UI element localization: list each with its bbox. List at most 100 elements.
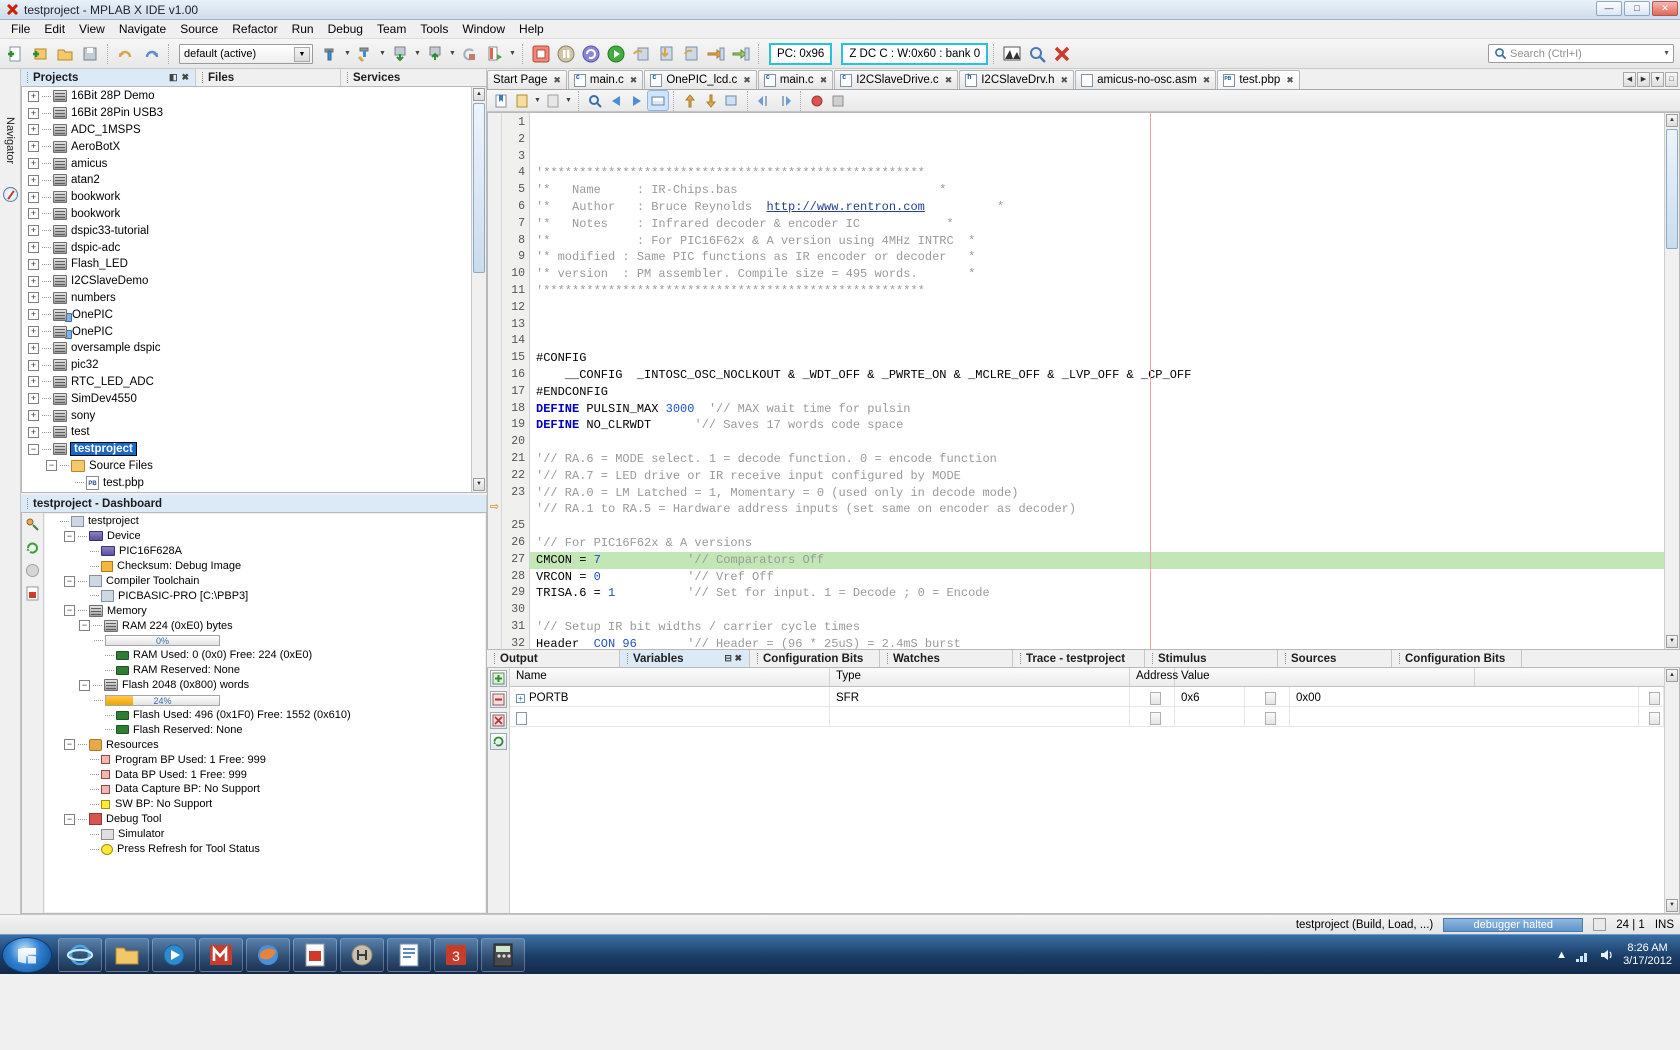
watch-row[interactable]: +PORTBSFR0x60x00	[510, 687, 1664, 707]
bottom-tab-configuration-bits[interactable]: Configuration Bits	[1392, 650, 1522, 667]
gutter-marker-slot[interactable]	[488, 348, 501, 365]
taskbar-pickit3-icon[interactable]: 3	[434, 938, 478, 972]
project-tree-row[interactable]: +pic32	[22, 357, 486, 374]
minimize-button[interactable]: —	[1596, 1, 1622, 16]
code-line[interactable]: TRISA.6 = 1 '// Set for input. 1 = Decod…	[530, 585, 1679, 602]
start-button-icon[interactable]	[2, 937, 52, 973]
delete-all-breakpoints-icon[interactable]	[1050, 42, 1074, 66]
step-over-icon[interactable]	[629, 42, 653, 66]
dashboard-row[interactable]: −Debug Tool	[45, 812, 485, 827]
undo-icon[interactable]	[114, 42, 138, 66]
editor-text[interactable]: '***************************************…	[530, 113, 1679, 649]
bottom-tab-trace-testproject[interactable]: Trace - testproject	[1013, 650, 1145, 667]
code-line[interactable]: '* Notes : Infrared decoder & encoder IC…	[530, 216, 1679, 233]
scroll-up-icon[interactable]: ▲	[1666, 114, 1678, 127]
scroll-down-icon[interactable]: ▼	[473, 478, 485, 491]
editor-marker-gutter[interactable]: ⇨	[488, 113, 502, 649]
dashboard-row[interactable]: Flash Used: 496 (0x1F0) Free: 1552 (0x61…	[45, 708, 485, 723]
refresh-debug-tool-icon[interactable]	[25, 540, 40, 555]
clean-build-icon[interactable]	[353, 42, 377, 66]
step-into-icon[interactable]	[654, 42, 678, 66]
chevron-down-icon[interactable]: ▼	[413, 42, 422, 66]
add-watch-icon[interactable]	[490, 670, 507, 687]
watch-row-button[interactable]	[1639, 707, 1664, 726]
project-tree-row[interactable]: +OnePIC	[22, 323, 486, 340]
project-tree-row[interactable]: PBtest.pbp	[22, 474, 486, 491]
tree-expander[interactable]: +	[28, 343, 39, 354]
project-tree-row[interactable]: −testproject	[22, 441, 486, 458]
tab-list-icon[interactable]: ▼	[1651, 72, 1664, 87]
gutter-marker-slot[interactable]	[488, 130, 501, 147]
gutter-marker-slot[interactable]	[488, 399, 501, 416]
project-tree-row[interactable]: +Flash_LED	[22, 256, 486, 273]
project-tree-row[interactable]: +sony	[22, 407, 486, 424]
project-properties-icon[interactable]	[25, 517, 40, 532]
project-tree-row[interactable]: +16Bit 28Pin USB3	[22, 105, 486, 122]
tray-expand-icon[interactable]: ▲	[1556, 949, 1567, 961]
maximize-button[interactable]: □	[1624, 1, 1650, 16]
project-tree-row[interactable]: +OnePIC	[22, 306, 486, 323]
menu-tools[interactable]: Tools	[413, 21, 455, 37]
menu-view[interactable]: View	[72, 21, 112, 37]
close-window-icon[interactable]: ✖	[181, 72, 189, 83]
scroll-up-icon[interactable]: ▲	[473, 88, 485, 101]
tree-expander[interactable]: +	[28, 360, 39, 371]
watch-row-button[interactable]	[1245, 687, 1290, 706]
dashboard-row[interactable]: −Memory	[45, 603, 485, 618]
dashboard-row[interactable]: PIC16F628A	[45, 544, 485, 559]
gutter-marker-slot[interactable]	[488, 533, 501, 550]
bottom-tab-stimulus[interactable]: Stimulus	[1145, 650, 1278, 667]
menu-source[interactable]: Source	[173, 21, 225, 37]
code-line[interactable]: '* : For PIC16F62x & A version using 4MH…	[530, 233, 1679, 250]
code-line[interactable]: '* version : PM assembler. Compile size …	[530, 266, 1679, 283]
watch-table[interactable]: NameTypeAddressValue +PORTBSFR0x60x00	[510, 668, 1664, 913]
editor-scrollbar[interactable]: ▲ ▼	[1664, 113, 1679, 649]
code-line[interactable]: '// RA.0 = LM Latched = 1, Momentary = 0…	[530, 485, 1679, 502]
code-line[interactable]: '***************************************…	[530, 283, 1679, 300]
shift-line-left-icon[interactable]	[680, 91, 700, 110]
close-tab-icon[interactable]: ✖	[1061, 75, 1069, 86]
tree-expander[interactable]: +	[28, 427, 39, 438]
code-line[interactable]: '* modified : Same PIC functions as IR e…	[530, 249, 1679, 266]
chevron-down-icon[interactable]: ▼	[564, 89, 573, 113]
chevron-down-icon[interactable]: ▼	[343, 42, 352, 66]
tree-expander[interactable]: +	[28, 158, 39, 169]
code-line[interactable]: '// RA.7 = LED drive or IR receive input…	[530, 468, 1679, 485]
tree-expander[interactable]: −	[64, 605, 75, 616]
gutter-marker-slot[interactable]	[488, 600, 501, 617]
dashboard-row[interactable]: −Device	[45, 529, 485, 544]
project-tree-row[interactable]: +numbers	[22, 290, 486, 307]
project-tree-row[interactable]: +I2CSlaveDemo	[22, 273, 486, 290]
gutter-marker-slot[interactable]	[488, 583, 501, 600]
gutter-marker-slot[interactable]	[488, 617, 501, 634]
gutter-marker-slot[interactable]	[488, 247, 501, 264]
project-tree-row[interactable]: +bookwork	[22, 206, 486, 223]
maximize-editor-icon[interactable]: □	[1665, 72, 1678, 87]
taskbar-explorer-icon[interactable]	[105, 938, 149, 972]
tab-projects[interactable]: Projects◧✖	[21, 69, 196, 86]
tree-expander[interactable]: +	[28, 208, 39, 219]
gutter-marker-slot[interactable]	[488, 264, 501, 281]
tree-expander[interactable]: −	[64, 814, 75, 825]
close-button[interactable]: ✕	[1652, 1, 1678, 16]
new-project-icon[interactable]	[28, 42, 52, 66]
gutter-marker-slot[interactable]	[488, 147, 501, 164]
bottom-tab-watches[interactable]: Watches	[880, 650, 1013, 667]
column-header-value[interactable]: Value	[1175, 668, 1475, 686]
dashboard-row[interactable]: Data BP Used: 1 Free: 999	[45, 767, 485, 782]
code-line[interactable]: VRCON = 0 '// Vref Off	[530, 569, 1679, 586]
taskbar-mplab-icon[interactable]	[199, 938, 243, 972]
tab-scroll-left-icon[interactable]: ◀	[1623, 72, 1636, 87]
code-line[interactable]: CMCON = 7 '// Comparators Off	[530, 552, 1679, 569]
toggle-breakpoint-icon[interactable]	[807, 91, 827, 110]
scroll-down-icon[interactable]: ▼	[1666, 635, 1678, 648]
gutter-marker-slot[interactable]	[488, 298, 501, 315]
code-line[interactable]: '* Author : Bruce Reynolds http://www.re…	[530, 199, 1679, 216]
refresh-values-icon[interactable]	[490, 733, 507, 750]
redo-icon[interactable]	[139, 42, 163, 66]
find-selection-icon[interactable]	[585, 91, 605, 110]
tree-expander[interactable]: −	[79, 620, 90, 631]
dashboard-row[interactable]: PICBASIC-PRO [C:\PBP3]	[45, 588, 485, 603]
menu-help[interactable]: Help	[512, 21, 551, 37]
configuration-combo[interactable]: default (active) ▼	[179, 44, 313, 64]
